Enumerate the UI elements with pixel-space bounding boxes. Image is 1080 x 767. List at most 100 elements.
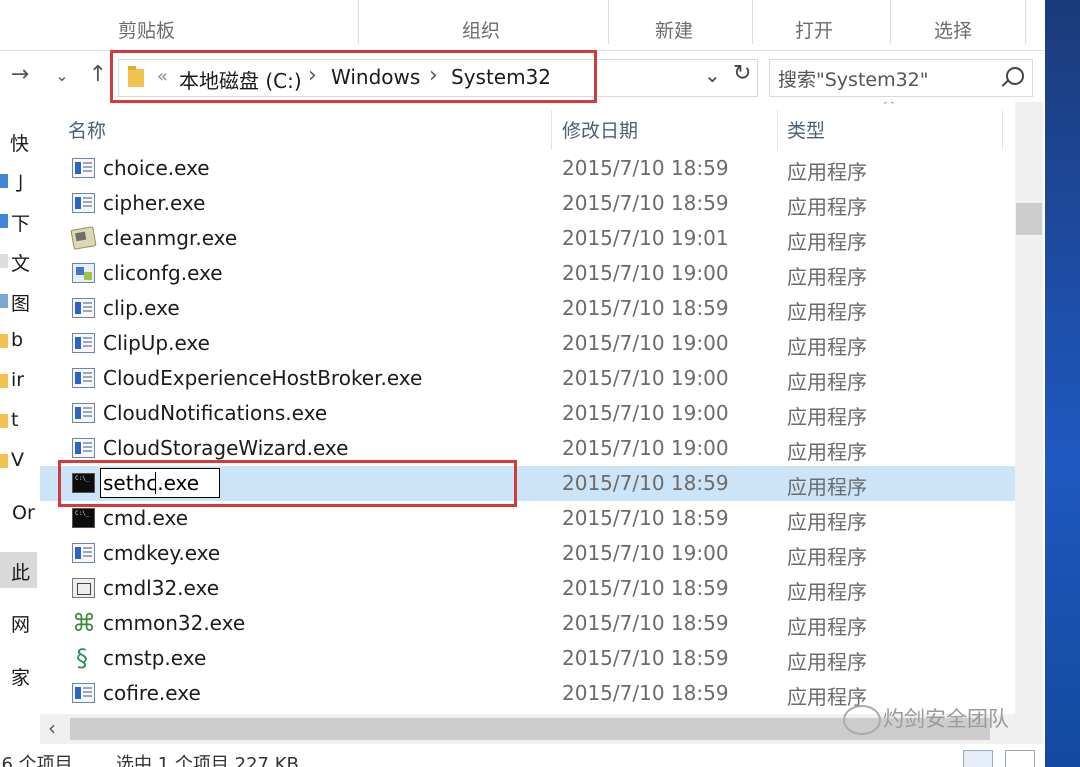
app-icon	[72, 368, 95, 388]
folder-icon	[0, 214, 8, 228]
ribbon-separator	[752, 0, 753, 44]
column-separator[interactable]	[551, 110, 552, 150]
vertical-scrollbar-thumb[interactable]	[1016, 203, 1042, 235]
nav-item-folder-in[interactable]: ir	[0, 366, 37, 396]
file-modified-date: 2015/7/10 19:00	[562, 261, 729, 285]
ribbon-group-organize: 组织	[462, 20, 501, 42]
file-row[interactable]: cipher.exe 2015/7/10 18:59 应用程序	[40, 186, 1015, 221]
folder-icon	[0, 374, 8, 388]
file-row[interactable]: CloudNotifications.exe 2015/7/10 19:00 应用程…	[40, 396, 1015, 431]
nav-item-label: Or	[12, 502, 35, 524]
file-row[interactable]: clip.exe 2015/7/10 18:59 应用程序	[40, 291, 1015, 326]
nav-item-documents[interactable]: 文	[0, 246, 37, 276]
app-icon	[72, 193, 95, 213]
file-modified-date: 2015/7/10 19:00	[562, 331, 729, 355]
file-row[interactable]: cmdl32.exe 2015/7/10 18:59 应用程序	[40, 571, 1015, 606]
refresh-icon[interactable]: ↻	[733, 61, 751, 86]
file-type: 应用程序	[787, 335, 867, 359]
ribbon-group-select: 选择	[934, 20, 973, 42]
file-row[interactable]: cmstp.exe 2015/7/10 18:59 应用程序	[40, 641, 1015, 676]
forward-arrow-icon[interactable]: →	[8, 62, 32, 87]
file-type: 应用程序	[787, 440, 867, 464]
file-row[interactable]: cmmon32.exe 2015/7/10 18:59 应用程序	[40, 606, 1015, 641]
folder-icon	[0, 334, 8, 348]
search-box[interactable]: 搜索"System32"	[769, 59, 1033, 97]
file-type: 应用程序	[787, 195, 867, 219]
file-name: cmdl32.exe	[103, 576, 220, 600]
nav-item-network[interactable]: 网	[0, 607, 37, 637]
file-type: 应用程序	[787, 405, 867, 429]
up-arrow-icon[interactable]: ↑	[86, 62, 110, 87]
file-row[interactable]: cleanmgr.exe 2015/7/10 19:01 应用程序	[40, 221, 1015, 256]
file-type: 应用程序	[787, 230, 867, 254]
ribbon-separator	[608, 0, 609, 44]
file-row[interactable]: cliconfg.exe 2015/7/10 19:00 应用程序	[40, 256, 1015, 291]
ribbon-group-clipboard: 剪贴板	[118, 20, 176, 42]
file-modified-date: 2015/7/10 18:59	[562, 611, 729, 635]
app-icon	[72, 683, 95, 703]
nav-item-label: V	[11, 449, 24, 471]
column-header-name[interactable]: 名称	[68, 116, 106, 143]
app-icon	[72, 438, 95, 458]
file-modified-date: 2015/7/10 19:00	[562, 541, 729, 565]
ribbon-separator	[358, 0, 359, 44]
app-icon	[72, 158, 95, 178]
address-dropdown-chevron-icon[interactable]: ⌄	[704, 63, 721, 87]
file-row[interactable]: choice.exe 2015/7/10 18:59 应用程序	[40, 151, 1015, 186]
ribbon-separator	[890, 0, 891, 44]
nav-item-folder-w[interactable]: V	[0, 446, 37, 476]
nav-item-onedrive[interactable]: Or	[0, 499, 37, 529]
column-separator[interactable]	[1002, 110, 1003, 150]
cmmon-icon	[72, 609, 96, 637]
file-modified-date: 2015/7/10 18:59	[562, 296, 729, 320]
network-config-icon	[72, 263, 95, 283]
file-type: 应用程序	[787, 545, 867, 569]
folder-icon	[0, 454, 8, 468]
ribbon-separator	[1025, 0, 1026, 44]
address-highlight-box	[110, 50, 597, 103]
nav-item-folder-b[interactable]: b	[0, 326, 37, 356]
file-name: cmdkey.exe	[103, 541, 221, 565]
desktop-background	[1045, 0, 1080, 767]
nav-item-folder-t[interactable]: t	[0, 406, 37, 436]
ribbon: 剪贴板 组织 新建 打开 选择	[0, 0, 1045, 51]
app-icon	[72, 333, 95, 353]
nav-item-this-pc[interactable]: 此	[0, 552, 37, 588]
nav-item-homegroup[interactable]: 家	[0, 660, 37, 690]
file-highlight-box	[58, 460, 517, 507]
vertical-scrollbar[interactable]	[1015, 102, 1043, 714]
app-icon	[72, 298, 95, 318]
search-icon[interactable]	[1006, 67, 1024, 85]
file-modified-date: 2015/7/10 18:59	[562, 471, 729, 495]
nav-item-desktop[interactable]: 亅	[0, 166, 37, 196]
recent-locations-chevron-icon[interactable]: ⌄	[50, 66, 74, 85]
column-separator[interactable]	[777, 110, 778, 150]
file-row[interactable]: CloudExperienceHostBroker.exe 2015/7/10 1…	[40, 361, 1015, 396]
nav-item-label: 网	[11, 614, 31, 636]
column-header-type[interactable]: 类型	[787, 116, 825, 143]
file-row[interactable]: cmdkey.exe 2015/7/10 19:00 应用程序	[40, 536, 1015, 571]
nav-item-label: ir	[11, 369, 25, 391]
details-view-icon[interactable]	[963, 750, 993, 767]
nav-item-downloads[interactable]: 下	[0, 206, 37, 236]
search-input[interactable]: 搜索"System32"	[778, 65, 929, 92]
file-type: 应用程序	[787, 300, 867, 324]
scroll-left-icon[interactable]: ‹	[48, 716, 56, 740]
large-icons-view-icon[interactable]	[1005, 750, 1035, 767]
nav-item-label: t	[11, 409, 19, 431]
column-header-date[interactable]: 修改日期	[562, 116, 638, 143]
nav-item-pictures[interactable]: 图	[0, 286, 37, 316]
nav-item-quick-access[interactable]: 快	[0, 126, 37, 156]
file-modified-date: 2015/7/10 18:59	[562, 506, 729, 530]
folder-icon	[0, 414, 8, 428]
file-name: cmd.exe	[103, 506, 189, 530]
file-modified-date: 2015/7/10 19:00	[562, 436, 729, 460]
file-type: 应用程序	[787, 615, 867, 639]
file-modified-date: 2015/7/10 18:59	[562, 156, 729, 180]
file-name: CloudExperienceHostBroker.exe	[103, 366, 423, 390]
file-row[interactable]: ClipUp.exe 2015/7/10 19:00 应用程序	[40, 326, 1015, 361]
selection-info: 选中 1 个项目 227 KB	[116, 754, 299, 767]
sort-ascending-icon: ^	[882, 102, 896, 115]
cmd-icon	[72, 508, 95, 528]
file-modified-date: 2015/7/10 18:59	[562, 681, 729, 705]
